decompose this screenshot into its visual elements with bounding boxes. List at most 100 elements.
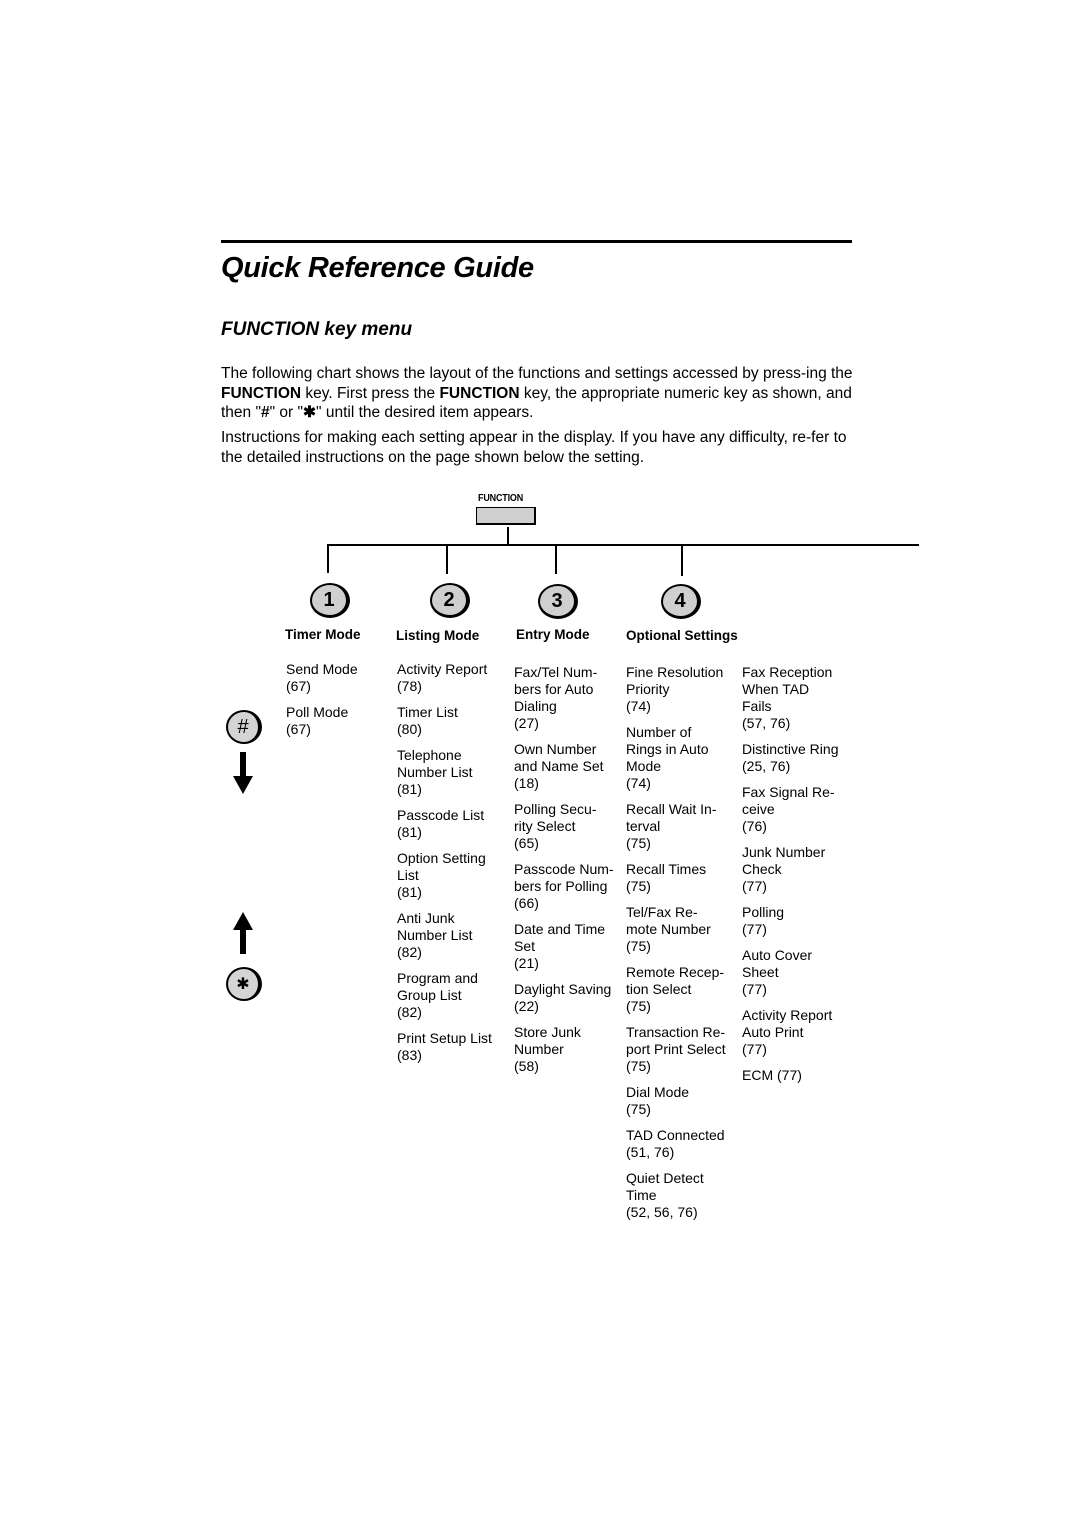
menu-item-name: Polling xyxy=(742,904,785,920)
menu-item-page-ref: (25, 76) xyxy=(742,758,791,774)
menu-item: Timer List (80) xyxy=(397,704,515,738)
menu-item-page-ref: (82) xyxy=(397,944,422,960)
intro-text: The following chart shows the layout of … xyxy=(221,365,853,382)
optional-settings-column: Fine Resolution Priority (74) Number of Ri… xyxy=(626,664,744,1230)
menu-item-page-ref: (77) xyxy=(742,921,767,937)
menu-item-name: Fax Reception When TAD Fails xyxy=(742,664,833,714)
menu-item: Telephone Number List (81) xyxy=(397,747,515,798)
hash-key-icon: # xyxy=(226,710,262,744)
menu-item-page-ref: (58) xyxy=(514,1058,539,1074)
optional-settings-heading: Optional Settings xyxy=(626,628,738,643)
menu-item-page-ref: (78) xyxy=(397,678,422,694)
optional-settings-column-2: Fax Reception When TAD Fails (57, 76) Dist… xyxy=(742,664,860,1093)
menu-item-page-ref: (83) xyxy=(397,1047,422,1063)
menu-item-page-ref: (75) xyxy=(626,1101,651,1117)
menu-item-name: Send Mode xyxy=(286,661,358,677)
menu-item-name: Activity Report Auto Print xyxy=(742,1007,833,1040)
menu-item: Anti Junk Number List (82) xyxy=(397,910,515,961)
menu-item-page-ref: (67) xyxy=(286,678,311,694)
menu-item-page-ref: (75) xyxy=(626,1058,651,1074)
menu-item-page-ref: (75) xyxy=(626,878,651,894)
menu-item: Recall Wait In- terval (75) xyxy=(626,801,744,852)
intro-text: " or " xyxy=(269,404,304,421)
menu-item: Polling (77) xyxy=(742,904,860,938)
tree-drop-3 xyxy=(555,545,557,574)
menu-item: Fax Reception When TAD Fails (57, 76) xyxy=(742,664,860,732)
menu-item-name: Anti Junk Number List xyxy=(397,910,473,943)
down-arrow-icon xyxy=(233,752,253,794)
menu-item-page-ref: (52, 56, 76) xyxy=(626,1204,698,1220)
menu-item-page-ref: (57, 76) xyxy=(742,715,791,731)
menu-item-name: Print Setup List xyxy=(397,1030,492,1046)
menu-item-name: Remote Recep- tion Select xyxy=(626,964,725,997)
menu-item: Quiet Detect Time (52, 56, 76) xyxy=(626,1170,744,1221)
tree-drop-2 xyxy=(446,545,448,574)
menu-item: Program and Group List (82) xyxy=(397,970,515,1021)
menu-item: Poll Mode (67) xyxy=(286,704,404,738)
menu-item: TAD Connected (51, 76) xyxy=(626,1127,744,1161)
menu-item-name: Dial Mode xyxy=(626,1084,690,1100)
menu-item: ECM (77) xyxy=(742,1067,860,1084)
menu-item-name: Store Junk Number xyxy=(514,1024,581,1057)
menu-item-name: Number of Rings in Auto Mode xyxy=(626,724,709,774)
intro-text: key. First press the xyxy=(301,384,440,402)
menu-item-name: Recall Times xyxy=(626,861,707,877)
menu-item: Fax Signal Re- ceive (76) xyxy=(742,784,860,835)
tree-stem xyxy=(507,527,509,545)
menu-item: Fine Resolution Priority (74) xyxy=(626,664,744,715)
menu-item-name: Quiet Detect Time xyxy=(626,1170,704,1203)
menu-item: Option Setting List (81) xyxy=(397,850,515,901)
key-1-icon: 1 xyxy=(310,583,350,618)
menu-item: Recall Times (75) xyxy=(626,861,744,895)
menu-item-name: TAD Connected xyxy=(626,1127,725,1143)
menu-item: Auto Cover Sheet (77) xyxy=(742,947,860,998)
menu-item-page-ref: (82) xyxy=(397,1004,422,1020)
menu-item-name: Junk Number Check xyxy=(742,844,826,877)
menu-item-page-ref: (74) xyxy=(626,775,651,791)
menu-item-name: Distinctive Ring xyxy=(742,741,839,757)
menu-item-name: Passcode Num- bers for Polling xyxy=(514,861,614,894)
menu-item-page-ref: (77) xyxy=(742,981,767,997)
menu-item-page-ref: (75) xyxy=(626,938,651,954)
menu-item-name: Auto Cover Sheet xyxy=(742,947,813,980)
menu-item-page-ref: (81) xyxy=(397,884,422,900)
menu-item-name: Fine Resolution Priority xyxy=(626,664,724,697)
menu-item: Print Setup List (83) xyxy=(397,1030,515,1064)
menu-item-name: Passcode List xyxy=(397,807,485,823)
menu-item-name: Transaction Re- port Print Select xyxy=(626,1024,726,1057)
entry-mode-heading: Entry Mode xyxy=(516,627,590,642)
menu-item-name: Polling Secu- rity Select xyxy=(514,801,597,834)
menu-item: Remote Recep- tion Select (75) xyxy=(626,964,744,1015)
listing-mode-heading: Listing Mode xyxy=(396,628,480,643)
menu-item-page-ref: (18) xyxy=(514,775,539,791)
menu-item: Passcode Num- bers for Polling (66) xyxy=(514,861,632,912)
function-key-icon xyxy=(476,507,536,525)
up-arrow-icon xyxy=(233,912,253,954)
menu-item: Send Mode (67) xyxy=(286,661,404,695)
function-key-ref: FUNCTION xyxy=(221,384,302,402)
page-title: Quick Reference Guide xyxy=(221,252,534,284)
menu-item-page-ref: (81) xyxy=(397,781,422,797)
menu-item: Distinctive Ring (25, 76) xyxy=(742,741,860,775)
menu-item: Junk Number Check (77) xyxy=(742,844,860,895)
menu-item-page-ref: (81) xyxy=(397,824,422,840)
timer-mode-column: Send Mode (67) Poll Mode (67) xyxy=(286,661,404,747)
menu-item-name: ECM (77) xyxy=(742,1067,802,1083)
menu-item: Number of Rings in Auto Mode (74) xyxy=(626,724,744,792)
hash-symbol: # xyxy=(260,404,270,421)
tree-drop-4 xyxy=(681,545,683,576)
menu-item-name: Fax Signal Re- ceive xyxy=(742,784,835,817)
function-key-label: FUNCTION xyxy=(478,493,524,504)
menu-item-page-ref: (51, 76) xyxy=(626,1144,675,1160)
menu-item-page-ref: (67) xyxy=(286,721,311,737)
menu-item: Dial Mode (75) xyxy=(626,1084,744,1118)
menu-item-name: Tel/Fax Re- mote Number xyxy=(626,904,711,937)
menu-item-name: Own Number and Name Set xyxy=(514,741,604,774)
tree-drop-1 xyxy=(327,545,329,573)
menu-item-name: Fax/Tel Num- bers for Auto Dialing xyxy=(514,664,598,714)
menu-item-page-ref: (77) xyxy=(742,1041,767,1057)
tree-branch-line xyxy=(327,544,919,546)
menu-item: Daylight Saving (22) xyxy=(514,981,632,1015)
menu-item: Own Number and Name Set (18) xyxy=(514,741,632,792)
key-2-icon: 2 xyxy=(430,583,470,618)
